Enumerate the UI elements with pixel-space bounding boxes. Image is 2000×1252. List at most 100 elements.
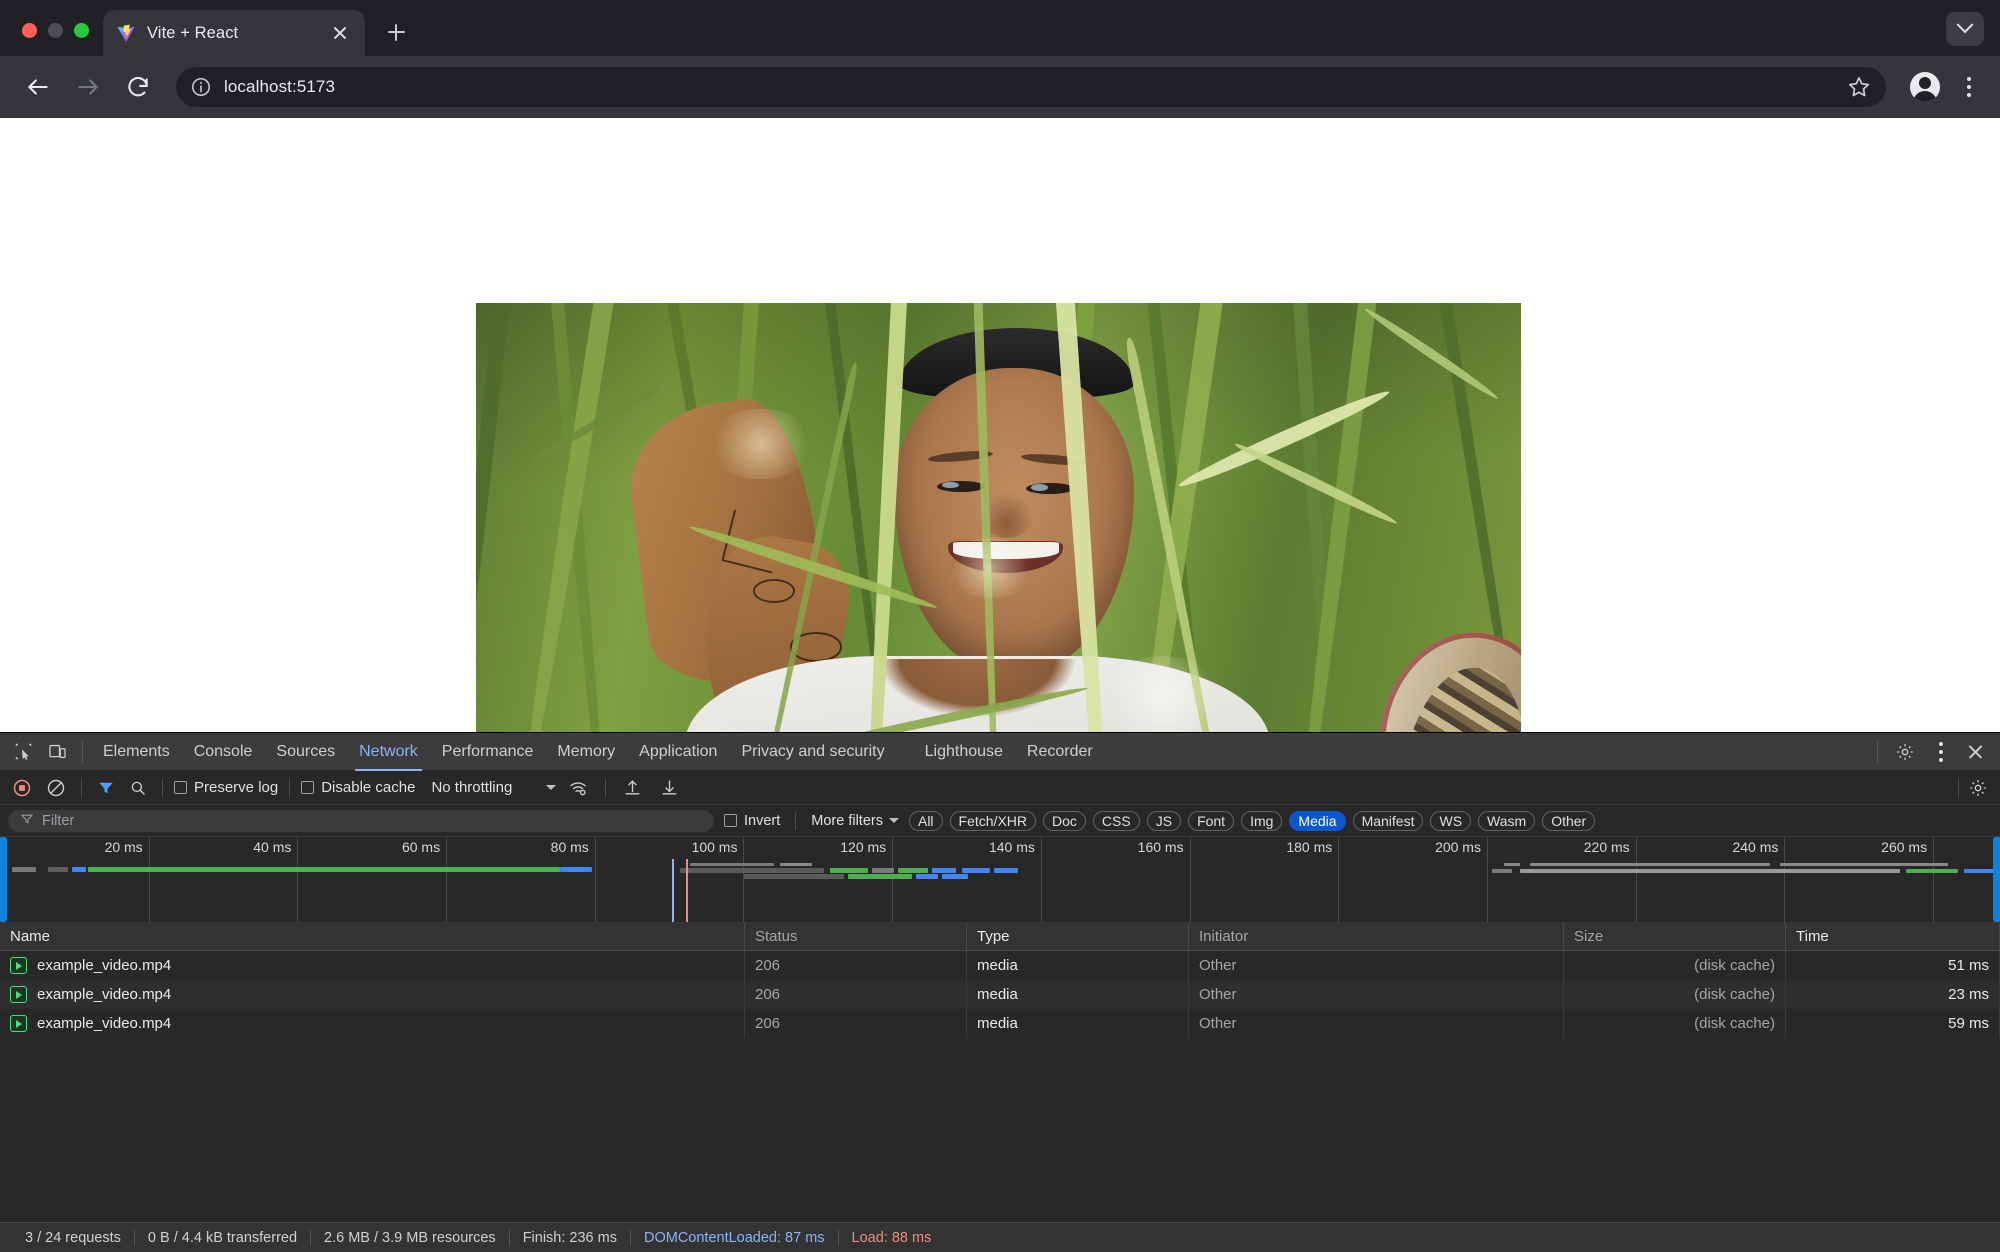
window-traffic-lights <box>0 23 103 56</box>
type-filter-chip-all[interactable]: All <box>908 810 943 831</box>
devtools-tab-sources[interactable]: Sources <box>264 733 347 771</box>
preserve-log-checkbox-box[interactable] <box>174 781 187 794</box>
type-filter-chip-font[interactable]: Font <box>1188 810 1235 831</box>
cell-name[interactable]: example_video.mp4 <box>0 980 745 1009</box>
table-row[interactable]: example_video.mp4 206 media Other (disk cach… <box>0 1009 2000 1038</box>
profile-avatar-icon[interactable] <box>1910 72 1940 102</box>
new-tab-button[interactable] <box>377 13 415 51</box>
invert-checkbox[interactable]: Invert <box>724 813 780 829</box>
devtools-tab-recorder[interactable]: Recorder <box>1015 733 1105 771</box>
maximize-window-button[interactable] <box>74 23 89 38</box>
omnibox[interactable]: localhost:5173 <box>176 67 1886 107</box>
devtools-tab-lighthouse[interactable]: Lighthouse <box>913 733 1015 771</box>
column-header-status[interactable]: Status <box>745 923 967 950</box>
timeline-ruler: 20 ms 40 ms 60 ms 80 ms 100 ms 120 ms 140 ms 16… <box>0 837 2000 922</box>
devtools-tab-privacy-and-security[interactable]: Privacy and security <box>729 733 896 771</box>
forward-arrow-icon[interactable] <box>66 65 110 109</box>
timeline-tick <box>743 837 745 922</box>
search-icon[interactable] <box>125 779 151 797</box>
devtools-tab-performance[interactable]: Performance <box>430 733 546 771</box>
export-har-icon[interactable] <box>654 778 685 797</box>
reload-icon[interactable] <box>116 65 160 109</box>
bookmark-star-icon[interactable] <box>1846 74 1872 100</box>
cell-name[interactable]: example_video.mp4 <box>0 951 745 980</box>
settings-gear-icon[interactable] <box>1888 737 1922 767</box>
network-overview-timeline[interactable]: 20 ms 40 ms 60 ms 80 ms 100 ms 120 ms 140 ms 16… <box>0 837 2000 923</box>
devtools-tab-application[interactable]: Application <box>627 733 729 771</box>
import-har-icon[interactable] <box>617 778 648 797</box>
filter-funnel-icon[interactable] <box>93 779 119 797</box>
cell-time: 23 ms <box>1786 980 2000 1009</box>
column-header-name[interactable]: Name <box>0 923 745 950</box>
devtools-tab-console[interactable]: Console <box>182 733 265 771</box>
table-row[interactable]: example_video.mp4 206 media Other (disk cach… <box>0 951 2000 980</box>
tab-search-chevron-icon[interactable] <box>1946 12 1984 46</box>
devtools-more-kebab-icon[interactable] <box>1924 737 1958 767</box>
cell-type: media <box>967 951 1189 980</box>
timeline-tick <box>1933 837 1935 922</box>
cell-time: 51 ms <box>1786 951 2000 980</box>
network-conditions-wifi-icon[interactable] <box>562 778 594 798</box>
timeline-tick <box>594 837 596 922</box>
invert-checkbox-box[interactable] <box>724 814 737 827</box>
cell-time: 59 ms <box>1786 1009 2000 1038</box>
devtools-tab-network[interactable]: Network <box>347 733 430 771</box>
video-player[interactable]: 0:00 / 0:12 <box>476 303 1521 732</box>
disable-cache-checkbox-box[interactable] <box>301 781 315 794</box>
type-filter-chip-css[interactable]: CSS <box>1092 810 1140 831</box>
timeline-tick <box>297 837 299 922</box>
timeline-tick-label: 100 ms <box>691 839 738 855</box>
filter-input[interactable]: Filter <box>8 809 714 832</box>
cell-size: (disk cache) <box>1564 980 1786 1009</box>
device-toolbar-icon[interactable] <box>40 737 74 767</box>
more-filters-dropdown[interactable]: More filters <box>811 813 899 829</box>
cell-initiator: Other <box>1189 951 1564 980</box>
clear-network-log-icon[interactable] <box>42 778 70 798</box>
throttling-dropdown[interactable]: No throttling <box>431 779 557 796</box>
network-settings-gear-icon[interactable] <box>1964 778 1992 798</box>
close-window-button[interactable] <box>22 23 37 38</box>
devtools-tab-elements[interactable]: Elements <box>91 733 182 771</box>
back-arrow-icon[interactable] <box>16 65 60 109</box>
browser-tab[interactable]: Vite + React <box>103 10 365 56</box>
site-info-icon[interactable] <box>190 76 212 98</box>
preserve-log-label: Preserve log <box>194 779 279 796</box>
more-filters-label: More filters <box>811 812 883 829</box>
network-status-bar: 3 / 24 requests 0 B / 4.4 kB transferred… <box>0 1222 2000 1252</box>
type-filter-chip-manifest[interactable]: Manifest <box>1352 810 1424 831</box>
tab-title: Vite + React <box>147 23 239 42</box>
type-filter-chip-wasm[interactable]: Wasm <box>1478 810 1536 831</box>
column-header-size[interactable]: Size <box>1564 923 1786 950</box>
disable-cache-checkbox[interactable]: Disable cache <box>301 779 415 796</box>
browser-menu-kebab-icon[interactable] <box>1954 72 1984 102</box>
type-filter-chip-media[interactable]: Media <box>1289 810 1346 831</box>
timeline-tick-label: 40 ms <box>253 839 292 855</box>
type-filter-chip-js[interactable]: JS <box>1146 810 1182 831</box>
type-filter-chip-img[interactable]: Img <box>1241 810 1283 831</box>
inspect-element-icon[interactable] <box>6 737 40 767</box>
type-filter-chip-ws[interactable]: WS <box>1430 810 1472 831</box>
table-row[interactable]: example_video.mp4 206 media Other (disk cach… <box>0 980 2000 1009</box>
record-stop-icon[interactable] <box>8 778 36 798</box>
cell-type: media <box>967 980 1189 1009</box>
timeline-right-handle[interactable] <box>1993 837 2000 922</box>
column-header-initiator[interactable]: Initiator <box>1189 923 1564 950</box>
timeline-tick <box>1189 837 1191 922</box>
devtools-tab-memory[interactable]: Memory <box>545 733 627 771</box>
column-header-type[interactable]: Type <box>967 923 1189 950</box>
minimize-window-button[interactable] <box>48 23 63 38</box>
close-icon[interactable] <box>329 22 351 44</box>
cell-name[interactable]: example_video.mp4 <box>0 1009 745 1038</box>
type-filter-chip-other[interactable]: Other <box>1542 810 1596 831</box>
timeline-tick-label: 120 ms <box>840 839 887 855</box>
type-filter-chip-doc[interactable]: Doc <box>1043 810 1086 831</box>
timeline-tick-label: 140 ms <box>988 839 1035 855</box>
cell-status: 206 <box>745 980 967 1009</box>
timeline-left-handle[interactable] <box>0 837 7 922</box>
type-filter-chip-fetch-xhr[interactable]: Fetch/XHR <box>949 810 1037 831</box>
status-transferred: 0 B / 4.4 kB transferred <box>147 1229 298 1246</box>
devtools-close-icon[interactable] <box>1960 737 1990 767</box>
column-header-time[interactable]: Time <box>1786 923 2000 950</box>
request-name-text: example_video.mp4 <box>37 1015 172 1032</box>
preserve-log-checkbox[interactable]: Preserve log <box>174 779 278 796</box>
